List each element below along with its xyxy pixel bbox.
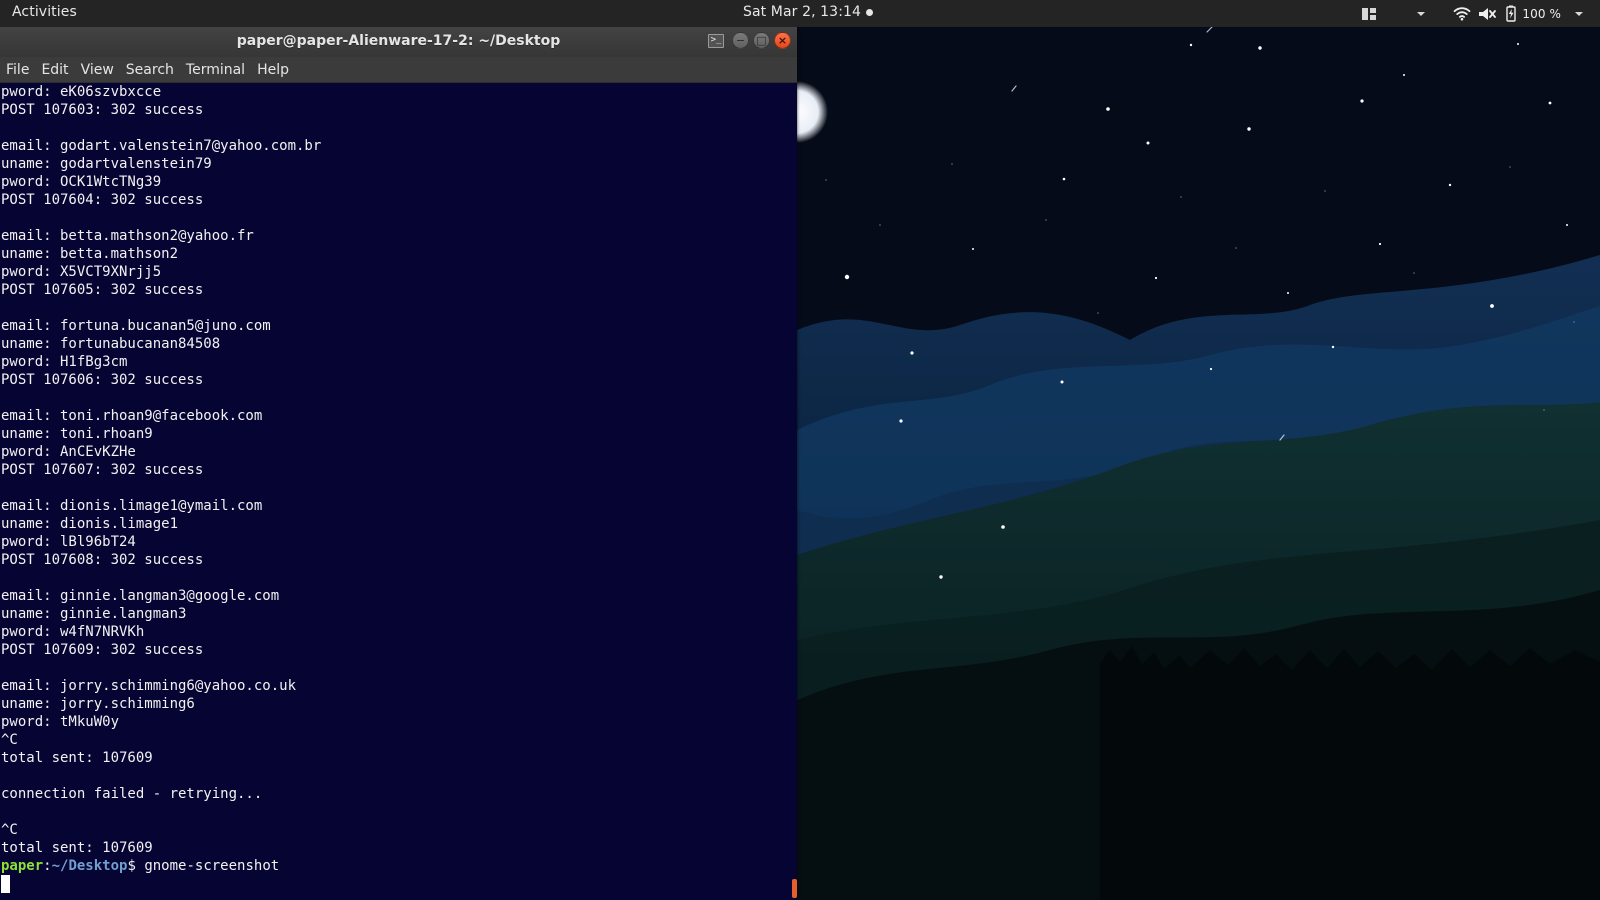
date-time-button[interactable]: Sat Mar 2, 13:14 bbox=[743, 4, 874, 20]
terminal-line: total sent: 107609 bbox=[1, 750, 153, 766]
terminal-line: email: godart.valenstein7@yahoo.com.br bbox=[1, 138, 322, 154]
maximize-icon: □ bbox=[756, 34, 767, 47]
terminal-window[interactable]: paper@paper-Alienware-17-2: ~/Desktop >_… bbox=[0, 27, 797, 900]
top-panel: Activities Sat Mar 2, 13:14 100 % bbox=[0, 0, 1600, 27]
wifi-icon bbox=[1453, 7, 1471, 21]
terminal-line: connection failed - retrying... bbox=[1, 786, 263, 802]
prompt-separator: : bbox=[43, 858, 52, 874]
battery-percentage: 100 % bbox=[1522, 6, 1561, 21]
terminal-line: POST 107603: 302 success bbox=[1, 102, 204, 118]
terminal-line: uname: dionis.limage1 bbox=[1, 516, 179, 532]
minimize-button[interactable]: − bbox=[732, 32, 749, 49]
text-cursor bbox=[1, 875, 10, 893]
terminal-line: POST 107605: 302 success bbox=[1, 282, 204, 298]
ubuntu-desktop: Activities Sat Mar 2, 13:14 100 % paper@… bbox=[0, 0, 1600, 900]
volume-muted-icon bbox=[1479, 7, 1497, 20]
minimize-icon: − bbox=[735, 34, 746, 47]
terminal-line: pword: OCK1WtcTNg39 bbox=[1, 174, 162, 190]
volume-status-button[interactable] bbox=[1478, 0, 1505, 27]
terminal-line: uname: toni.rhoan9 bbox=[1, 426, 153, 442]
close-icon: × bbox=[777, 34, 788, 47]
terminal-line: email: toni.rhoan9@facebook.com bbox=[1, 408, 263, 424]
wifi-status-button[interactable] bbox=[1453, 0, 1478, 27]
terminal-prompt-line: paper:~/Desktop$ gnome-screenshot bbox=[1, 857, 797, 875]
terminal-line: POST 107609: 302 success bbox=[1, 642, 204, 658]
terminal-line: POST 107606: 302 success bbox=[1, 372, 204, 388]
terminal-line: uname: godartvalenstein79 bbox=[1, 156, 212, 172]
terminal-line: uname: betta.mathson2 bbox=[1, 246, 179, 262]
prompt-path: ~/Desktop bbox=[51, 858, 128, 874]
menu-terminal[interactable]: Terminal bbox=[186, 57, 245, 83]
system-menu-button[interactable] bbox=[1574, 0, 1584, 27]
terminal-line: pword: eK06szvbxcce bbox=[1, 84, 162, 100]
terminal-cursor-line bbox=[1, 875, 797, 893]
terminal-line: POST 107608: 302 success bbox=[1, 552, 204, 568]
terminal-line: email: jorry.schimming6@yahoo.co.uk bbox=[1, 678, 297, 694]
terminal-line: email: ginnie.langman3@google.com bbox=[1, 588, 280, 604]
input-dropdown-button[interactable] bbox=[1416, 0, 1453, 27]
window-controls: >_ − □ × bbox=[708, 32, 791, 49]
battery-status-button[interactable]: 100 % bbox=[1505, 0, 1574, 27]
menu-edit[interactable]: Edit bbox=[41, 57, 68, 83]
terminal-line: pword: w4fN7NRVKh bbox=[1, 624, 145, 640]
terminal-line: total sent: 107609 bbox=[1, 840, 153, 856]
prompt-symbol: $ bbox=[127, 858, 136, 874]
window-titlebar[interactable]: paper@paper-Alienware-17-2: ~/Desktop >_… bbox=[0, 27, 797, 57]
chevron-down-icon bbox=[1575, 11, 1583, 16]
system-tray: 100 % bbox=[1361, 0, 1584, 27]
prompt-command: gnome-screenshot bbox=[135, 858, 280, 874]
terminal-line: uname: jorry.schimming6 bbox=[1, 696, 195, 712]
scrollbar-thumb[interactable] bbox=[792, 879, 797, 898]
activities-button[interactable]: Activities bbox=[12, 4, 77, 20]
terminal-line: POST 107604: 302 success bbox=[1, 192, 204, 208]
menu-help[interactable]: Help bbox=[257, 57, 289, 83]
terminal-line: ^C bbox=[1, 732, 18, 748]
layout-icon bbox=[1362, 7, 1377, 20]
terminal-line: pword: AnCEvKZHe bbox=[1, 444, 136, 460]
layout-indicator[interactable] bbox=[1361, 0, 1416, 27]
terminal-line: pword: X5VCT9XNrjj5 bbox=[1, 264, 162, 280]
notification-dot-icon bbox=[866, 8, 874, 16]
terminal-output[interactable]: pword: eK06szvbxcce POST 107603: 302 suc… bbox=[0, 83, 797, 900]
terminal-menu-bar: File Edit View Search Terminal Help bbox=[0, 57, 797, 83]
clock-label: Sat Mar 2, 13:14 bbox=[743, 4, 862, 20]
window-title: paper@paper-Alienware-17-2: ~/Desktop bbox=[236, 33, 561, 49]
terminal-line: uname: ginnie.langman3 bbox=[1, 606, 187, 622]
prompt-user: paper bbox=[1, 858, 44, 874]
terminal-line: email: betta.mathson2@yahoo.fr bbox=[1, 228, 254, 244]
terminal-line: POST 107607: 302 success bbox=[1, 462, 204, 478]
menu-view[interactable]: View bbox=[81, 57, 114, 83]
menu-file[interactable]: File bbox=[6, 57, 29, 83]
maximize-button[interactable]: □ bbox=[753, 32, 770, 49]
terminal-line: pword: H1fBg3cm bbox=[1, 354, 128, 370]
terminal-line: pword: tMkuW0y bbox=[1, 714, 120, 730]
terminal-line: ^C bbox=[1, 822, 18, 838]
menu-search[interactable]: Search bbox=[126, 57, 174, 83]
terminal-line: email: fortuna.bucanan5@juno.com bbox=[1, 318, 271, 334]
close-button[interactable]: × bbox=[774, 32, 791, 49]
terminal-icon: >_ bbox=[710, 35, 722, 45]
terminal-line: email: dionis.limage1@ymail.com bbox=[1, 498, 263, 514]
terminal-line: pword: lBl96bT24 bbox=[1, 534, 136, 550]
chevron-down-icon bbox=[1417, 11, 1426, 16]
battery-charging-icon bbox=[1506, 5, 1517, 22]
terminal-app-button[interactable]: >_ bbox=[708, 33, 724, 48]
terminal-line: uname: fortunabucanan84508 bbox=[1, 336, 221, 352]
